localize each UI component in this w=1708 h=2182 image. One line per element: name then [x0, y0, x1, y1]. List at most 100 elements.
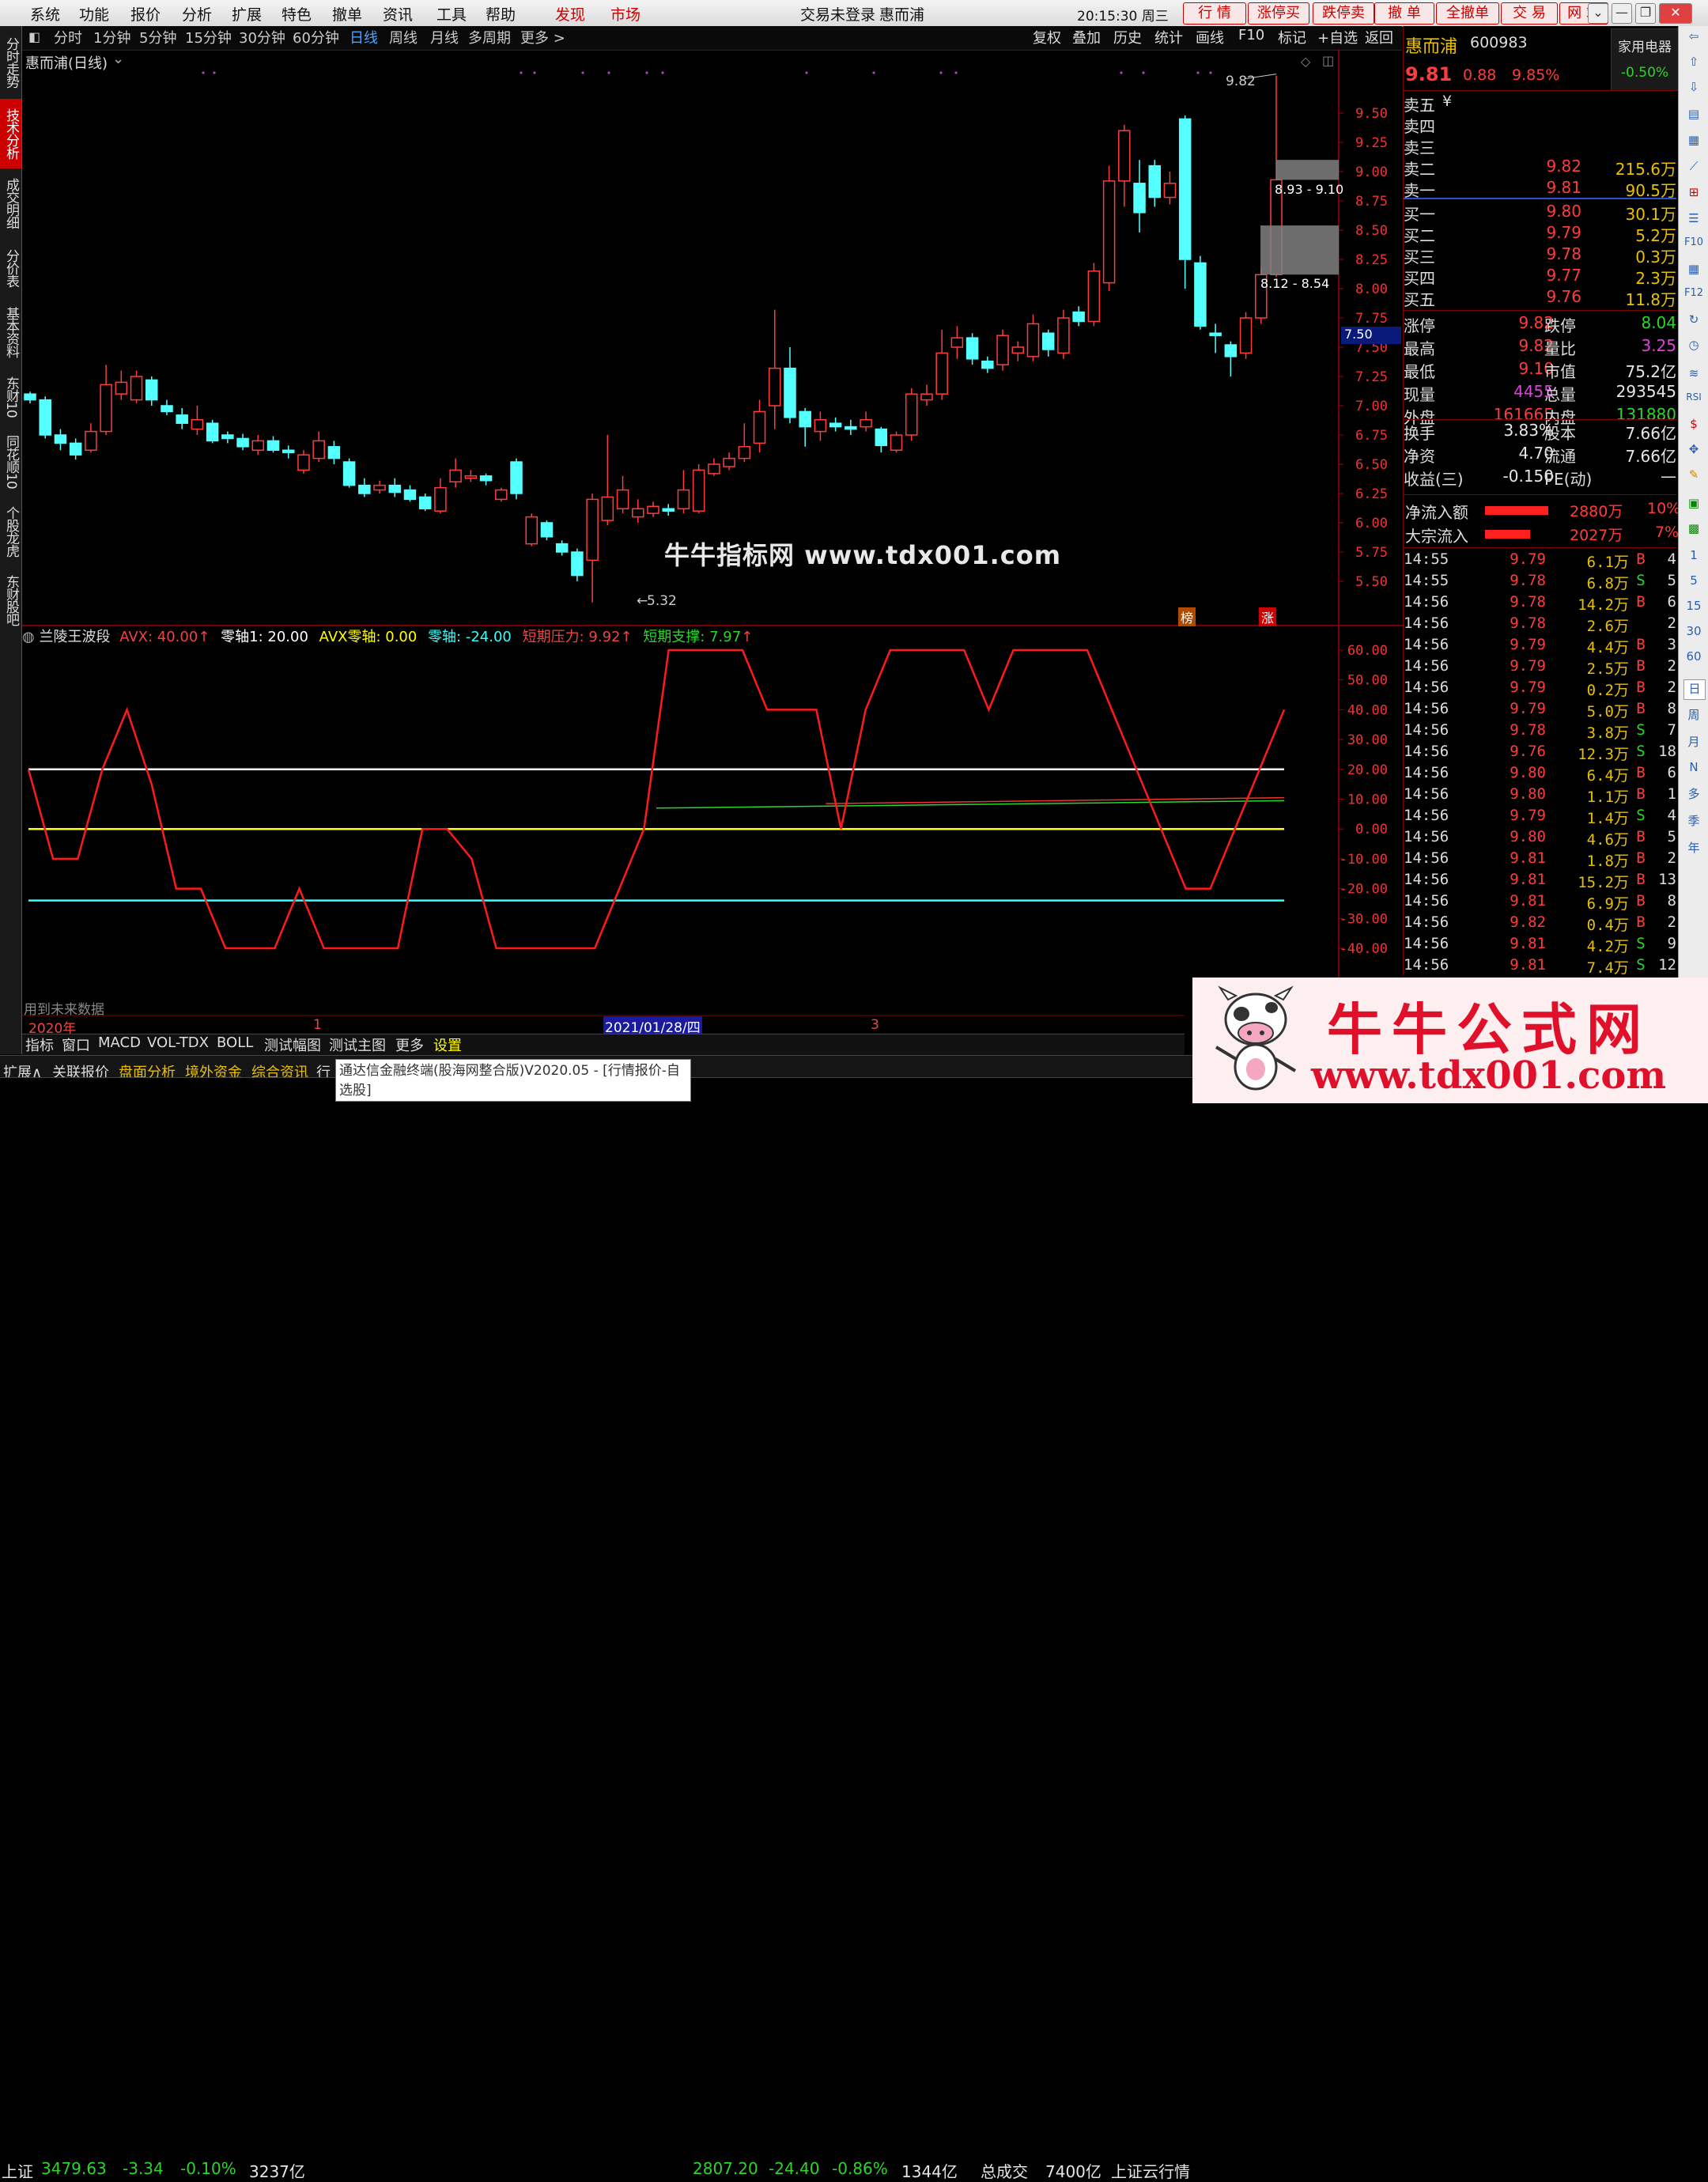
period-1[interactable]: 1分钟	[93, 27, 130, 47]
period-year-icon[interactable]: 年	[1683, 839, 1704, 858]
left-tab-3[interactable]: 分价表	[0, 238, 21, 298]
chart-tool-8[interactable]: 返回	[1365, 27, 1393, 47]
dollar-icon[interactable]: $	[1683, 417, 1704, 436]
zhang-tag[interactable]: 涨	[1259, 607, 1277, 626]
arrow-up-icon[interactable]: ⇧	[1683, 55, 1704, 74]
quick-button-4[interactable]: 全撤单	[1436, 2, 1499, 25]
f12-icon[interactable]: F12	[1683, 287, 1704, 306]
arrow-down-icon[interactable]: ⇩	[1683, 80, 1704, 99]
quick-button-0[interactable]: 行 情	[1183, 2, 1246, 25]
period-7[interactable]: 周线	[389, 27, 418, 47]
quick-button-3[interactable]: 撤 单	[1374, 2, 1434, 25]
chart-tool-6[interactable]: 标记	[1278, 27, 1306, 47]
left-tab-5[interactable]: 东财10	[0, 366, 21, 428]
rsi-icon[interactable]: RSI	[1683, 391, 1704, 410]
menu-discover[interactable]: 发现	[555, 3, 585, 25]
menu-item-8[interactable]: 工具	[436, 3, 467, 25]
indicator-tab-5[interactable]: 测试幅图	[264, 1034, 321, 1055]
left-tab-1[interactable]: 技术分析	[0, 99, 21, 168]
period-30-icon[interactable]: 30	[1683, 624, 1704, 643]
ad-banner[interactable]: 牛牛公式网 www.tdx001.com	[1192, 978, 1708, 1103]
dropdown-menu-button[interactable]: ⌄	[1588, 3, 1608, 24]
left-tab-8[interactable]: 东财股吧	[0, 569, 21, 632]
quick-button-1[interactable]: 涨停买	[1248, 2, 1309, 25]
menu-item-6[interactable]: 撤单	[332, 3, 362, 25]
left-tab-6[interactable]: 同花顺10	[0, 429, 21, 494]
menu-item-4[interactable]: 扩展	[232, 3, 262, 25]
refresh-icon[interactable]: ↻	[1683, 312, 1704, 331]
line-chart-icon[interactable]: ⟋	[1683, 159, 1704, 178]
chart-icon[interactable]: ▤	[1683, 107, 1704, 126]
period-3[interactable]: 15分钟	[185, 27, 232, 47]
f10-icon[interactable]: F10	[1683, 236, 1704, 255]
indicator-settings-icon[interactable]: ◍	[22, 629, 35, 645]
minimize-window-button[interactable]: —	[1612, 3, 1632, 24]
chart-tool-4[interactable]: 画线	[1196, 27, 1224, 47]
chart-title-dropdown-icon[interactable]: ⌄	[112, 51, 124, 67]
sector-box[interactable]: 家用电器 -0.50%	[1611, 28, 1679, 91]
period-week-icon[interactable]: 周	[1683, 706, 1704, 725]
indicator-tab-2[interactable]: MACD	[98, 1034, 141, 1051]
period-1-icon[interactable]: 1	[1683, 548, 1704, 567]
grid-icon[interactable]: ▦	[1683, 262, 1704, 281]
period-60-icon[interactable]: 60	[1683, 649, 1704, 668]
indicator-tab-3[interactable]: VOL-TDX	[147, 1034, 209, 1051]
menu-item-0[interactable]: 系统	[30, 3, 60, 25]
table-icon[interactable]: ▦	[1683, 133, 1704, 152]
quick-button-2[interactable]: 跌停卖	[1313, 2, 1374, 25]
menu-market[interactable]: 市场	[610, 3, 640, 25]
chart-tool-3[interactable]: 统计	[1154, 27, 1183, 47]
clock-icon[interactable]: ◷	[1683, 338, 1704, 357]
period-10[interactable]: 更多 >	[520, 27, 565, 47]
period-5-icon[interactable]: 5	[1683, 573, 1704, 592]
restore-window-button[interactable]: ❐	[1635, 3, 1656, 24]
menu-item-9[interactable]: 帮助	[486, 3, 516, 25]
left-tab-2[interactable]: 成交明细	[0, 170, 21, 236]
menu-item-1[interactable]: 功能	[79, 3, 109, 25]
period-8[interactable]: 月线	[430, 27, 459, 47]
indicator-tab-1[interactable]: 窗口	[62, 1034, 90, 1055]
period-multi-icon[interactable]: 多	[1683, 785, 1704, 804]
indicator-tab-7[interactable]: 更多	[395, 1034, 424, 1055]
close-window-button[interactable]: ✕	[1659, 3, 1692, 24]
menu-item-3[interactable]: 分析	[182, 3, 212, 25]
pen-icon[interactable]: ✎	[1683, 467, 1704, 486]
doc-icon[interactable]: ▣	[1683, 496, 1704, 515]
panel-icon[interactable]: ◫	[1322, 53, 1334, 68]
period-9[interactable]: 多周期	[468, 27, 511, 47]
period-15-icon[interactable]: 15	[1683, 599, 1704, 618]
period-month-icon[interactable]: 月	[1683, 733, 1704, 752]
chart-tool-1[interactable]: 叠加	[1072, 27, 1101, 47]
left-tab-0[interactable]: 分时走势	[0, 28, 21, 97]
cloud-status[interactable]: 上证云行情	[1111, 2159, 1190, 2182]
bang-tag[interactable]: 榜	[1178, 607, 1196, 626]
period-6[interactable]: 日线	[350, 27, 378, 47]
image-icon[interactable]: ▩	[1683, 521, 1704, 540]
login-status[interactable]: 交易未登录	[800, 3, 875, 25]
period-5[interactable]: 60分钟	[293, 27, 339, 47]
period-2[interactable]: 5分钟	[139, 27, 176, 47]
quick-button-5[interactable]: 交 易	[1501, 2, 1558, 25]
indicator-name[interactable]: 兰陵王波段	[39, 629, 110, 645]
period-day-icon[interactable]: 日	[1683, 679, 1706, 700]
indicator-tab-0[interactable]: 指标	[25, 1034, 54, 1055]
indicator-tab-6[interactable]: 测试主图	[329, 1034, 386, 1055]
list-icon[interactable]: ☰	[1683, 211, 1704, 230]
left-tab-7[interactable]: 个股龙虎	[0, 496, 21, 567]
chart-tool-2[interactable]: 历史	[1113, 27, 1142, 47]
menu-item-2[interactable]: 报价	[130, 3, 161, 25]
period-4[interactable]: 30分钟	[239, 27, 285, 47]
arrow-left-icon[interactable]: ⇦	[1683, 29, 1704, 48]
menu-item-7[interactable]: 资讯	[383, 3, 413, 25]
move-icon[interactable]: ✥	[1683, 442, 1704, 461]
period-0[interactable]: 分时	[54, 27, 82, 47]
chart-tool-5[interactable]: F10	[1238, 27, 1264, 43]
period-season-icon[interactable]: 季	[1683, 812, 1704, 831]
chart-tool-0[interactable]: 复权	[1033, 27, 1061, 47]
wave-icon[interactable]: ≋	[1683, 366, 1704, 385]
left-tab-4[interactable]: 基本资料	[0, 300, 21, 365]
candle-icon[interactable]: ⊞	[1683, 185, 1704, 204]
chart-tool-7[interactable]: +自选	[1317, 27, 1358, 47]
indicator-tab-4[interactable]: BOLL	[217, 1034, 253, 1051]
menu-item-5[interactable]: 特色	[282, 3, 312, 25]
